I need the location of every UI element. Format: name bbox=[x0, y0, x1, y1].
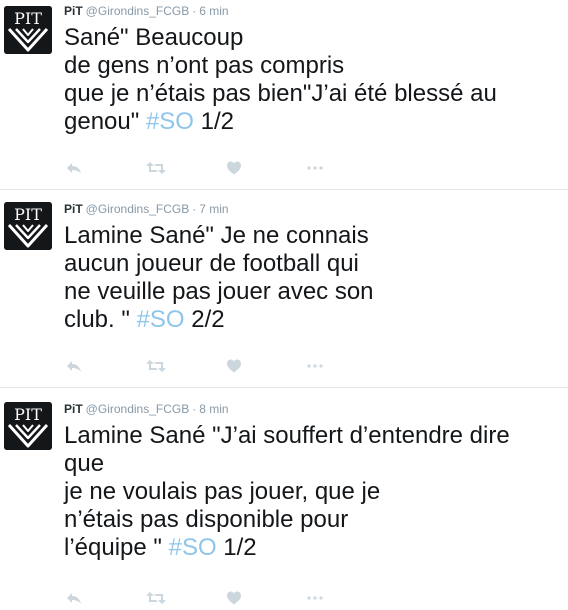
avatar[interactable] bbox=[4, 402, 52, 450]
more-button[interactable] bbox=[306, 590, 326, 610]
like-button[interactable] bbox=[226, 160, 246, 180]
tweet[interactable]: PiT @Girondins_FCGB · 7 min Lamine Sané" Je… bbox=[0, 190, 568, 388]
tweet-last-line: genou" #SO 1/2 bbox=[64, 108, 554, 136]
separator: · bbox=[192, 202, 197, 216]
tweet-header: PiT @Girondins_FCGB · 8 min bbox=[64, 400, 229, 418]
like-icon bbox=[227, 161, 241, 175]
tweet-header: PiT @Girondins_FCGB · 7 min bbox=[64, 200, 229, 218]
author-name[interactable]: PiT bbox=[64, 402, 83, 416]
reply-button[interactable] bbox=[66, 358, 86, 378]
timestamp[interactable]: 8 min bbox=[199, 402, 228, 416]
tweet-line: je ne voulais pas jouer, que je bbox=[64, 478, 381, 505]
retweet-icon bbox=[146, 360, 166, 372]
separator: · bbox=[192, 4, 197, 18]
retweet-icon bbox=[146, 592, 166, 604]
separator: · bbox=[192, 402, 197, 416]
tweet-line: club. " bbox=[64, 306, 137, 333]
reply-icon bbox=[67, 361, 81, 372]
more-icon bbox=[307, 364, 323, 368]
tweet-text: Lamine Sané" Je ne connais aucun joueur … bbox=[64, 222, 554, 334]
tweet-line: que bbox=[64, 450, 105, 477]
author-name[interactable]: PiT bbox=[64, 202, 83, 216]
tweet-line: Lamine Sané "J’ai souffert d’entendre di… bbox=[64, 422, 510, 449]
tweet-line: aucun joueur de football qui bbox=[64, 250, 359, 277]
like-button[interactable] bbox=[226, 358, 246, 378]
tweet-last-line: l’équipe " #SO 1/2 bbox=[64, 534, 554, 562]
author-handle[interactable]: @Girondins_FCGB bbox=[86, 202, 190, 216]
like-icon bbox=[227, 359, 241, 373]
pit-logo-icon bbox=[4, 6, 52, 54]
tweet-line: ne veuille pas jouer avec son bbox=[64, 278, 374, 305]
like-icon bbox=[227, 591, 241, 605]
pit-logo-icon bbox=[4, 402, 52, 450]
tweet-header: PiT @Girondins_FCGB · 6 min bbox=[64, 2, 229, 20]
more-icon bbox=[307, 166, 323, 170]
retweet-button[interactable] bbox=[146, 160, 166, 180]
reply-icon bbox=[67, 593, 81, 604]
tweet-line: genou" bbox=[64, 108, 146, 135]
tweet-suffix: 1/2 bbox=[193, 108, 234, 135]
tweet-line: de gens n’ont pas compris bbox=[64, 52, 345, 79]
tweet-text: Sané" Beaucoup de gens n’ont pas compris… bbox=[64, 24, 554, 136]
tweet-line: Sané" Beaucoup bbox=[64, 24, 244, 51]
pit-logo-icon bbox=[4, 202, 52, 250]
author-handle[interactable]: @Girondins_FCGB bbox=[86, 4, 190, 18]
tweet-suffix: 2/2 bbox=[184, 306, 225, 333]
like-button[interactable] bbox=[226, 590, 246, 610]
hashtag-link[interactable]: #SO bbox=[146, 108, 194, 135]
reply-button[interactable] bbox=[66, 160, 86, 180]
retweet-button[interactable] bbox=[146, 358, 166, 378]
avatar[interactable] bbox=[4, 6, 52, 54]
more-button[interactable] bbox=[306, 160, 326, 180]
author-name[interactable]: PiT bbox=[64, 4, 83, 18]
tweet-text: Lamine Sané "J’ai souffert d’entendre di… bbox=[64, 422, 554, 562]
avatar[interactable] bbox=[4, 202, 52, 250]
timestamp[interactable]: 6 min bbox=[199, 4, 228, 18]
more-button[interactable] bbox=[306, 358, 326, 378]
reply-button[interactable] bbox=[66, 590, 86, 610]
hashtag-link[interactable]: #SO bbox=[137, 306, 185, 333]
tweet-line: Lamine Sané" Je ne connais bbox=[64, 222, 369, 249]
reply-icon bbox=[67, 163, 81, 174]
tweet-suffix: 1/2 bbox=[216, 534, 257, 561]
tweet-last-line: club. " #SO 2/2 bbox=[64, 306, 554, 334]
tweet-line: n’étais pas disponible pour bbox=[64, 506, 349, 533]
retweet-icon bbox=[146, 162, 166, 174]
retweet-button[interactable] bbox=[146, 590, 166, 610]
timestamp[interactable]: 7 min bbox=[199, 202, 228, 216]
tweet-line: que je n’étais pas bien"J’ai été blessé … bbox=[64, 80, 497, 107]
tweet[interactable]: PiT @Girondins_FCGB · 6 min Sané" Beaucoup … bbox=[0, 0, 568, 190]
tweet-line: l’équipe " bbox=[64, 534, 169, 561]
author-handle[interactable]: @Girondins_FCGB bbox=[86, 402, 190, 416]
more-icon bbox=[307, 596, 323, 600]
hashtag-link[interactable]: #SO bbox=[169, 534, 217, 561]
tweet[interactable]: PiT @Girondins_FCGB · 8 min Lamine Sané "J’… bbox=[0, 388, 568, 606]
